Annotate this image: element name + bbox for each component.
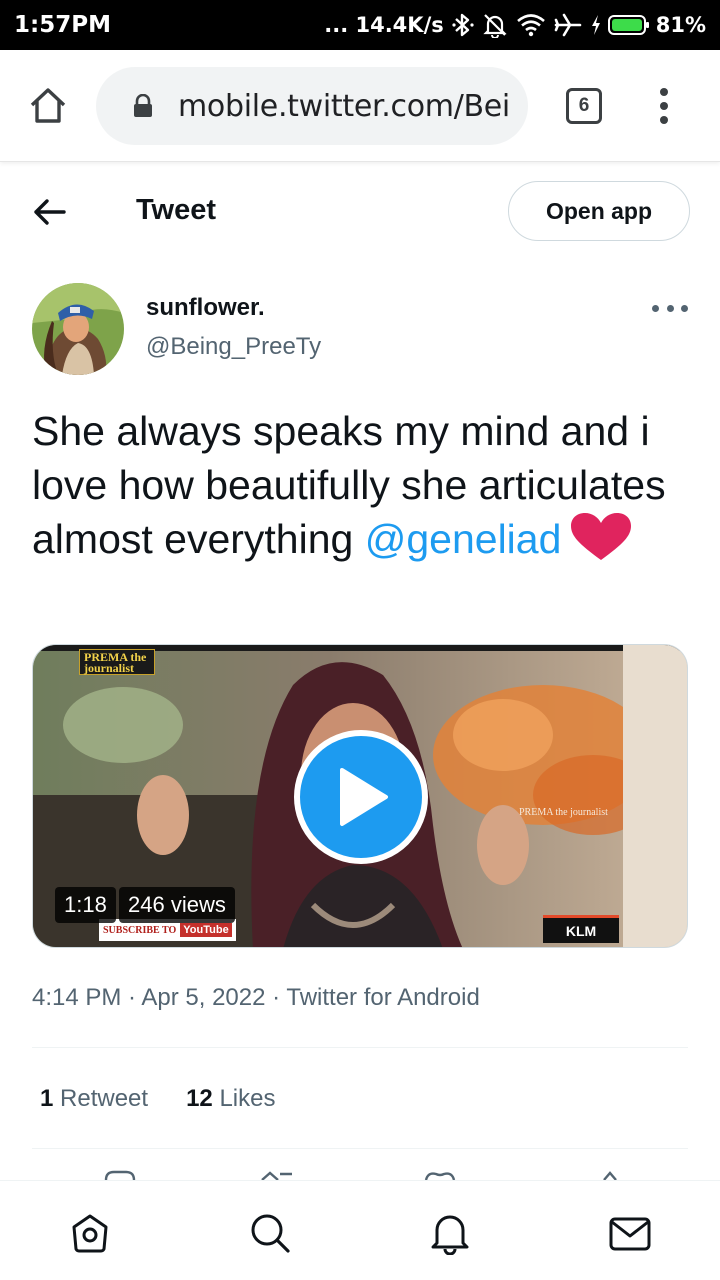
likes-count: 12 bbox=[186, 1085, 213, 1112]
charging-icon bbox=[591, 15, 600, 35]
browser-menu-button[interactable] bbox=[650, 84, 678, 128]
more-options-button[interactable] bbox=[652, 300, 688, 316]
lock-icon bbox=[134, 94, 152, 117]
search-icon[interactable] bbox=[248, 1211, 292, 1255]
home-icon[interactable] bbox=[68, 1211, 112, 1255]
bluetooth-icon bbox=[452, 13, 474, 37]
tweet-body: She always speaks my mind and i love how… bbox=[32, 404, 697, 566]
channel-logo: KLM bbox=[543, 915, 619, 943]
address-bar[interactable]: mobile.twitter.com/Bei bbox=[96, 67, 528, 145]
youtube-logo: YouTube bbox=[180, 923, 232, 937]
notifications-icon[interactable] bbox=[428, 1211, 472, 1255]
status-indicators: ... 14.4K/s 81% bbox=[324, 12, 706, 38]
status-time: 1:57PM bbox=[14, 12, 111, 38]
bottom-navigation bbox=[0, 1180, 720, 1280]
tweet-header: Tweet Open app bbox=[0, 172, 720, 252]
likes-label: Likes bbox=[219, 1085, 276, 1112]
open-app-button[interactable]: Open app bbox=[508, 181, 690, 241]
network-speed: ... 14.4K/s bbox=[324, 13, 444, 37]
messages-icon[interactable] bbox=[608, 1211, 652, 1255]
retweet-stat[interactable]: 1 Retweet bbox=[40, 1085, 148, 1113]
tweet-stats: 1 Retweet 12 Likes bbox=[40, 1085, 275, 1113]
divider bbox=[32, 1047, 688, 1048]
bell-off-icon bbox=[483, 14, 507, 38]
play-icon bbox=[340, 768, 388, 826]
subscribe-text: SUBSCRIBE TO bbox=[103, 924, 177, 936]
watermark-logo: PREMA the journalist bbox=[79, 649, 155, 675]
video-views: 246 views bbox=[119, 887, 235, 923]
page-title: Tweet bbox=[136, 194, 217, 226]
author-name[interactable]: sunflower. bbox=[146, 294, 265, 322]
retweet-label: Retweet bbox=[60, 1085, 149, 1112]
avatar[interactable] bbox=[32, 283, 124, 375]
heart-emoji bbox=[571, 513, 632, 560]
watermark-caption: PREMA the journalist bbox=[519, 807, 608, 818]
tab-switcher-button[interactable]: 6 bbox=[566, 88, 602, 124]
video-duration: 1:18 bbox=[55, 887, 116, 923]
video-player[interactable]: PREMA the journalist PREMA the journalis… bbox=[32, 644, 688, 948]
play-button[interactable] bbox=[294, 730, 428, 864]
retweet-count: 1 bbox=[40, 1085, 54, 1112]
tweet-timestamp[interactable]: 4:14 PM · Apr 5, 2022 · Twitter for Andr… bbox=[32, 984, 480, 1012]
mention-link[interactable]: @geneliad bbox=[365, 516, 562, 562]
wifi-icon bbox=[516, 14, 545, 37]
tab-count: 6 bbox=[578, 95, 590, 116]
divider bbox=[32, 1148, 688, 1149]
avatar-image bbox=[32, 283, 124, 375]
airplane-icon bbox=[554, 13, 582, 37]
battery-percent: 81% bbox=[655, 13, 706, 37]
battery-icon bbox=[607, 15, 649, 35]
likes-stat[interactable]: 12 Likes bbox=[186, 1085, 275, 1113]
back-arrow-icon[interactable] bbox=[30, 194, 70, 230]
battery-indicator: 81% bbox=[590, 13, 706, 37]
home-button[interactable] bbox=[28, 86, 68, 126]
status-bar: 1:57PM ... 14.4K/s 81% bbox=[0, 0, 720, 50]
author-handle[interactable]: @Being_PreeTy bbox=[146, 333, 321, 361]
url-text: mobile.twitter.com/Bei bbox=[178, 88, 510, 124]
browser-toolbar: mobile.twitter.com/Bei 6 bbox=[0, 50, 720, 162]
